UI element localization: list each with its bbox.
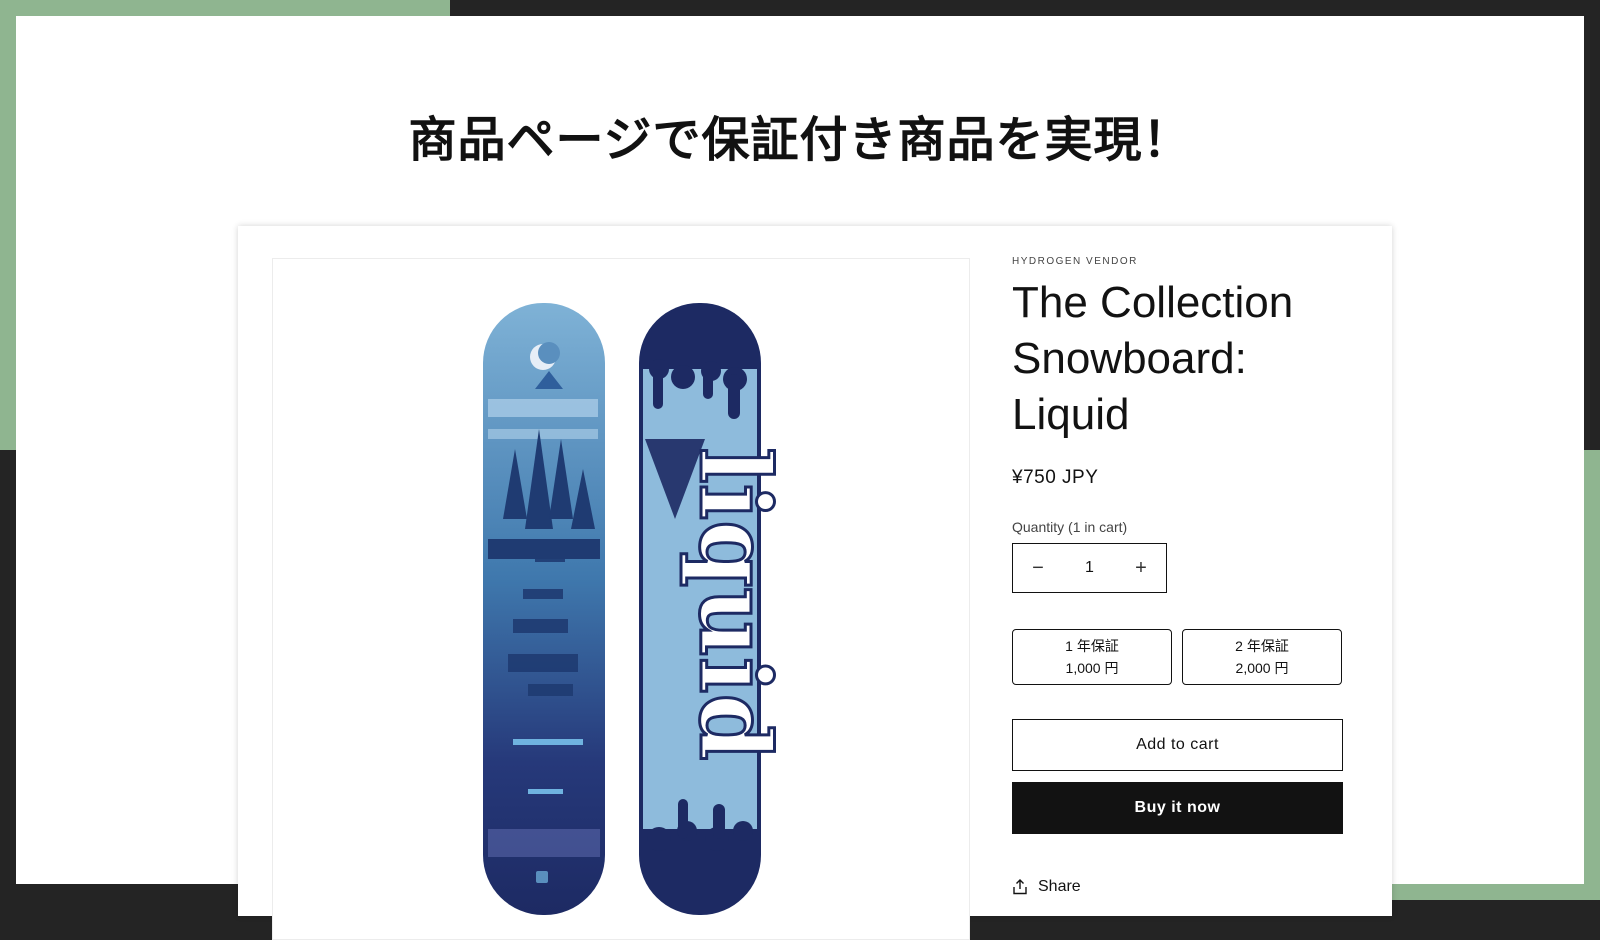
board-left [483, 303, 605, 915]
product-card: liquid HYDROGEN VENDOR The Collection Sn… [238, 226, 1392, 940]
share-button[interactable]: Share [1012, 878, 1344, 896]
warranty-price: 2,000 円 [1235, 660, 1289, 676]
share-icon [1013, 879, 1027, 895]
quantity-increase-button[interactable]: + [1116, 544, 1166, 592]
quantity-input[interactable]: 1 [1070, 559, 1110, 577]
warranty-option-1-year[interactable]: 1 年保証 1,000 円 [1012, 629, 1172, 685]
slide-panel: 商品ページで保証付き商品を実現！ liquid HYDROGEN VENDOR … [16, 16, 1584, 940]
warranty-option-2-year[interactable]: 2 年保証 2,000 円 [1182, 629, 1342, 685]
board-right: liquid [639, 303, 793, 915]
add-to-cart-button[interactable]: Add to cart [1012, 719, 1343, 771]
product-title: The Collection Snowboard: Liquid [1012, 278, 1294, 439]
quantity-label: Quantity (1 in cart) [1012, 519, 1128, 535]
buy-it-now-button[interactable]: Buy it now [1012, 782, 1343, 834]
board-lettering: liquid [678, 447, 791, 760]
product-price: ¥750 JPY [1012, 467, 1099, 488]
product-vendor: HYDROGEN VENDOR [1012, 256, 1138, 267]
product-image[interactable]: liquid [272, 258, 970, 940]
quantity-decrease-button[interactable]: − [1013, 544, 1063, 592]
warranty-price: 1,000 円 [1065, 660, 1119, 676]
warranty-options: 1 年保証 1,000 円 2 年保証 2,000 円 [1012, 629, 1344, 685]
warranty-term: 2 年保証 [1235, 638, 1289, 654]
slide-headline: 商品ページで保証付き商品を実現！ [408, 112, 1192, 168]
product-info: HYDROGEN VENDOR The Collection Snowboard… [1012, 256, 1344, 896]
quantity-stepper: − 1 + [1012, 543, 1167, 593]
warranty-term: 1 年保証 [1065, 638, 1119, 654]
share-label: Share [1038, 878, 1081, 895]
snowboard-illustration: liquid [483, 303, 793, 915]
